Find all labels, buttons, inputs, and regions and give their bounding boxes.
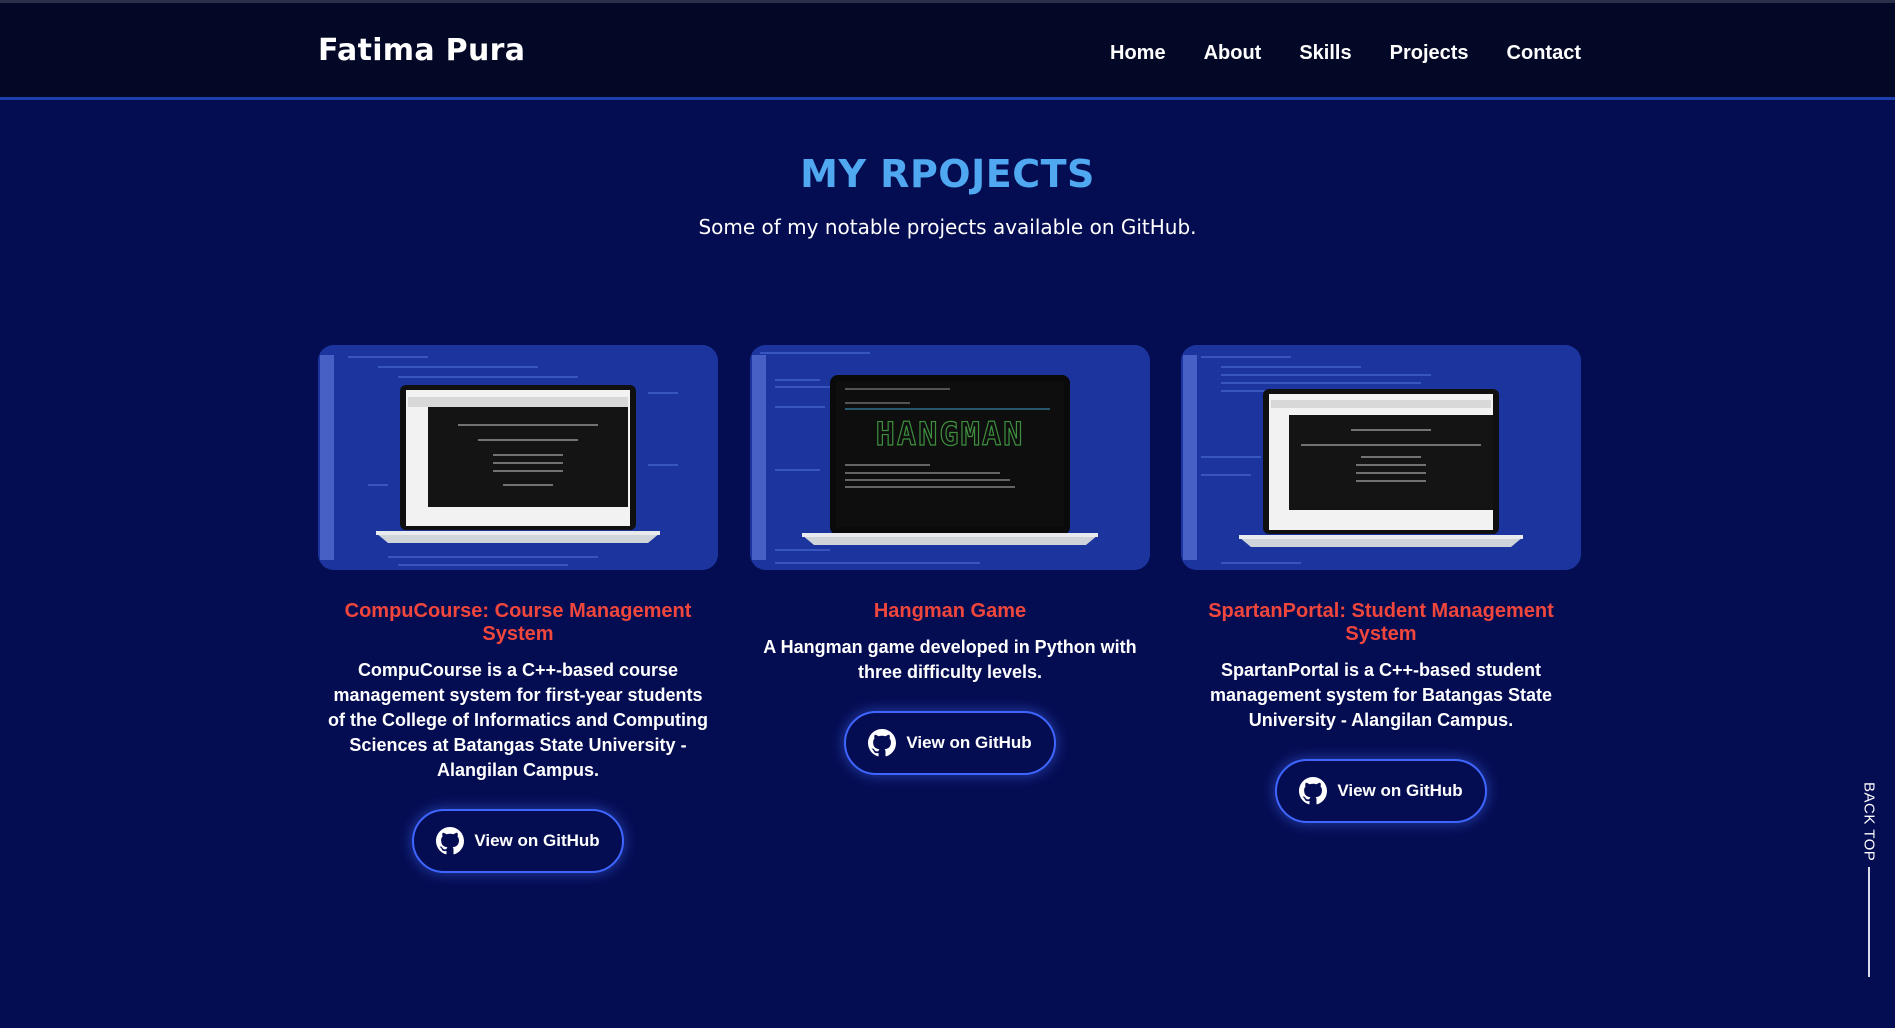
back-to-top-link[interactable]: BACK TOP [1854,782,1884,982]
project-thumbnail-laptop [318,345,718,570]
site-header: Fatima Pura Home About Skills Projects C… [0,3,1895,100]
project-title: CompuCourse: Course Management System [344,600,692,645]
nav-skills[interactable]: Skills [1299,42,1351,65]
button-label: View on GitHub [906,733,1032,752]
project-card-hangman: HANGMAN Hangman Game A Hangman game deve… [750,345,1150,775]
project-description: A Hangman game developed in Python with … [763,637,1137,682]
back-top-label: BACK TOP [1860,782,1878,862]
projects-section-subtitle: Some of my notable projects available on… [698,215,1197,239]
nav-about[interactable]: About [1204,42,1262,65]
project-card-spartanportal: SpartanPortal: Student Management System… [1181,345,1581,823]
back-top-line [1868,867,1870,977]
nav-contact[interactable]: Contact [1507,42,1581,65]
view-on-github-button[interactable]: View on GitHub [1275,759,1487,823]
github-icon [1299,777,1328,805]
project-thumbnail-laptop: HANGMAN [750,345,1150,570]
view-on-github-button[interactable]: View on GitHub [412,809,624,873]
project-title: SpartanPortal: Student Management System [1208,600,1554,645]
github-icon [868,729,897,757]
brand-logo-text[interactable]: Fatima Pura [318,33,525,68]
github-icon [436,827,465,855]
projects-section-title: MY RPOJECTS [800,152,1095,196]
project-title: Hangman Game [873,600,1027,622]
project-description: CompuCourse is a C++-based course manage… [328,660,708,780]
button-label: View on GitHub [1337,781,1463,800]
nav-projects[interactable]: Projects [1390,42,1469,65]
button-label: View on GitHub [474,831,600,850]
hangman-screen-text: HANGMAN [876,415,1025,453]
view-on-github-button[interactable]: View on GitHub [844,711,1056,775]
project-thumbnail-laptop [1181,345,1581,570]
project-description: SpartanPortal is a C++-based student man… [1209,660,1553,730]
nav-home[interactable]: Home [1110,42,1166,65]
project-card-compucourse: CompuCourse: Course Management System Co… [318,345,718,873]
main-nav: Home About Skills Projects Contact [1110,42,1581,65]
